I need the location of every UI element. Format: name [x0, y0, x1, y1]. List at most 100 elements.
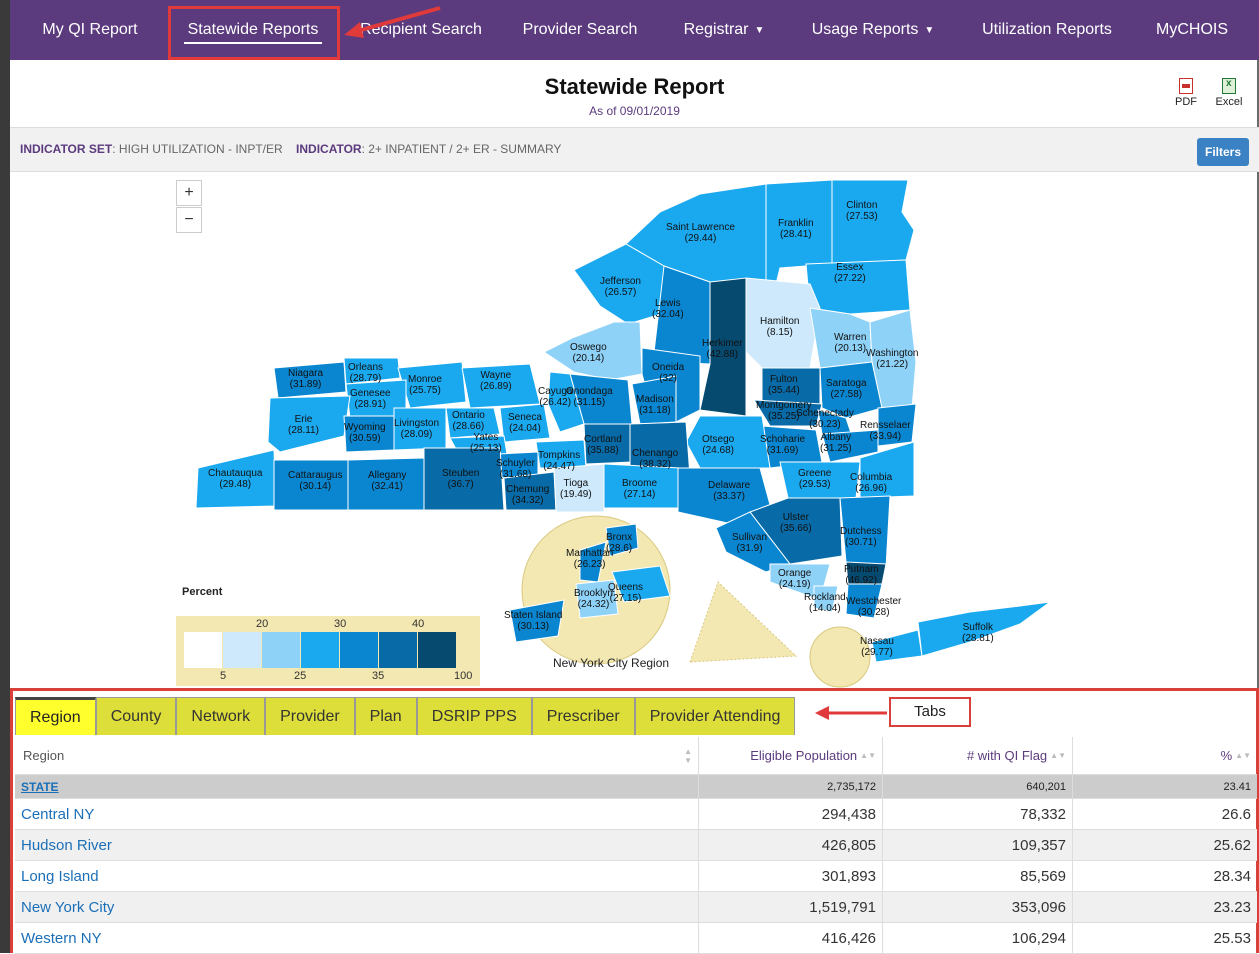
label-oswego: Oswego (20.14) [570, 342, 607, 364]
tab-dsrip-pps[interactable]: DSRIP PPS [416, 697, 532, 735]
sort-icon: ▲▼ [860, 751, 876, 760]
county-name: Columbia [850, 472, 893, 483]
county-name: Queens [608, 582, 644, 593]
label-brooklyn: Brooklyn (24.32) [574, 588, 613, 610]
label-manhattan: Manhattan (26.23) [566, 548, 613, 570]
county-name: Madison [636, 394, 674, 405]
nav-recipient-search[interactable]: Recipient Search [336, 0, 506, 60]
county-value: (30.28) [857, 607, 890, 618]
annotation-arrow-icon [815, 706, 887, 720]
county-value: (21.22) [876, 359, 909, 370]
nav-usage-reports[interactable]: Usage Reports ▼ [794, 0, 952, 60]
label-chautauqua: Chautauqua (29.48) [208, 468, 263, 490]
label-staten-island: Staten Island (30.13) [504, 610, 562, 632]
tab-region[interactable]: Region [15, 697, 96, 735]
label-cattaraugus: Cattaraugus (30.14) [288, 470, 342, 492]
indicator-set-value: : HIGH UTILIZATION - INPT/ER [112, 142, 283, 156]
cell-qi-flag: 109,357 [883, 830, 1073, 860]
county-value: (35.66) [780, 523, 812, 534]
county-name: Dutchess [840, 526, 882, 537]
region-link[interactable]: Long Island [21, 868, 99, 885]
county-value: (14.04) [809, 603, 841, 614]
label-lewis: Lewis (32.04) [652, 298, 684, 320]
cell-eligible-population: 426,805 [699, 830, 883, 860]
report-header: Statewide Report As of 09/01/2019 PDF Ex… [10, 60, 1259, 128]
nav-label: Statewide Reports [187, 21, 319, 38]
nav-utilization-reports[interactable]: Utilization Reports [952, 0, 1142, 60]
label-orange: Orange (24.19) [778, 568, 811, 590]
label-broome: Broome (27.14) [622, 478, 657, 500]
county-name: Saratoga [826, 378, 867, 389]
cell-eligible-population: 1,519,791 [699, 892, 883, 922]
region-link-state[interactable]: STATE [15, 775, 699, 798]
table-row: Hudson River 426,805 109,357 25.62 [15, 830, 1257, 861]
county-value: (33.94) [869, 431, 902, 442]
indicator-set-label: INDICATOR SET [20, 142, 113, 156]
county-name: Saint Lawrence [666, 222, 735, 233]
nav-my-qi-report[interactable]: My QI Report [10, 0, 170, 60]
region-link[interactable]: Western NY [21, 930, 102, 947]
tab-provider[interactable]: Provider [265, 697, 355, 735]
label-tioga: Tioga (19.49) [560, 478, 592, 500]
label-columbia: Columbia (26.96) [850, 472, 892, 494]
county-name: Jefferson [600, 276, 641, 287]
caret-down-icon: ▼ [754, 24, 765, 36]
county-value: (28.41) [779, 229, 812, 240]
county-name: Onondaga [566, 386, 613, 397]
county-name: Allegany [368, 470, 407, 481]
county-value: (28.11) [288, 425, 319, 436]
tab-prescriber[interactable]: Prescriber [531, 697, 635, 735]
excel-icon [1222, 78, 1236, 94]
filters-button[interactable]: Filters [1197, 138, 1249, 166]
county-name: Staten Island [504, 610, 563, 621]
nav-provider-search[interactable]: Provider Search [506, 0, 654, 60]
county-value: (28.09) [400, 429, 433, 440]
cell-eligible-population: 2,735,172 [699, 775, 883, 798]
cell-percent: 23.41 [1223, 780, 1251, 793]
column-header-qi-flag[interactable]: # with QI Flag ▲▼ [883, 737, 1073, 774]
county-name: Hamilton [760, 316, 800, 327]
county-name: Erie [294, 414, 313, 425]
label-wyoming: Wyoming (30.59) [344, 422, 386, 444]
county-value: (31.68) [499, 469, 532, 480]
county-name: Delaware [708, 480, 751, 491]
county-name: Rockland [804, 592, 846, 603]
tab-county[interactable]: County [95, 697, 177, 735]
tab-provider-attending[interactable]: Provider Attending [634, 697, 796, 735]
nav-mychois[interactable]: MyCHOIS [1142, 0, 1242, 60]
county-value: (27.22) [834, 273, 866, 284]
county-value: (31.69) [766, 445, 799, 456]
pdf-export-button[interactable]: PDF [1166, 78, 1206, 108]
column-header-percent[interactable]: % ▲▼ [1073, 737, 1257, 774]
county-name: Ontario [452, 410, 485, 421]
tab-plan[interactable]: Plan [354, 697, 417, 735]
pdf-label: PDF [1175, 96, 1197, 108]
legend-swatch [262, 632, 300, 668]
nav-statewide-reports[interactable]: Statewide Reports [170, 0, 336, 60]
excel-export-button[interactable]: Excel [1209, 78, 1249, 108]
region-link[interactable]: Central NY [21, 806, 94, 823]
cell-percent: 23.23 [1213, 898, 1251, 916]
legend-swatch [418, 632, 456, 668]
label-queens: Queens (27.15) [608, 582, 643, 604]
region-cell: Western NY [15, 923, 699, 953]
header-label: % [1220, 748, 1233, 763]
label-cortland: Cortland (35.88) [584, 434, 622, 456]
choropleth-map[interactable]: + − Clinton (27.53) Franklin (28.41) Sai… [10, 172, 1259, 688]
column-header-eligible-population[interactable]: Eligible Population ▲▼ [699, 737, 883, 774]
tab-network[interactable]: Network [176, 697, 266, 735]
county-value: (24.04) [509, 423, 541, 434]
region-link[interactable]: Hudson River [21, 837, 112, 854]
county-value: (30.59) [348, 433, 381, 444]
label-seneca: Seneca (24.04) [508, 412, 542, 434]
column-header-region[interactable]: Region ▲ ▼ [15, 737, 699, 774]
nav-label: Recipient Search [360, 21, 482, 38]
region-link[interactable]: New York City [21, 899, 114, 916]
nyc-zoom-triangle [689, 581, 798, 663]
label-greene: Greene (29.53) [798, 468, 831, 490]
county-value: (28.81) [962, 633, 994, 644]
county-value: (29.48) [219, 479, 252, 490]
caret-down-icon: ▼ [924, 24, 935, 36]
nav-registrar[interactable]: Registrar ▼ [654, 0, 794, 60]
legend-title: Percent [182, 586, 223, 598]
